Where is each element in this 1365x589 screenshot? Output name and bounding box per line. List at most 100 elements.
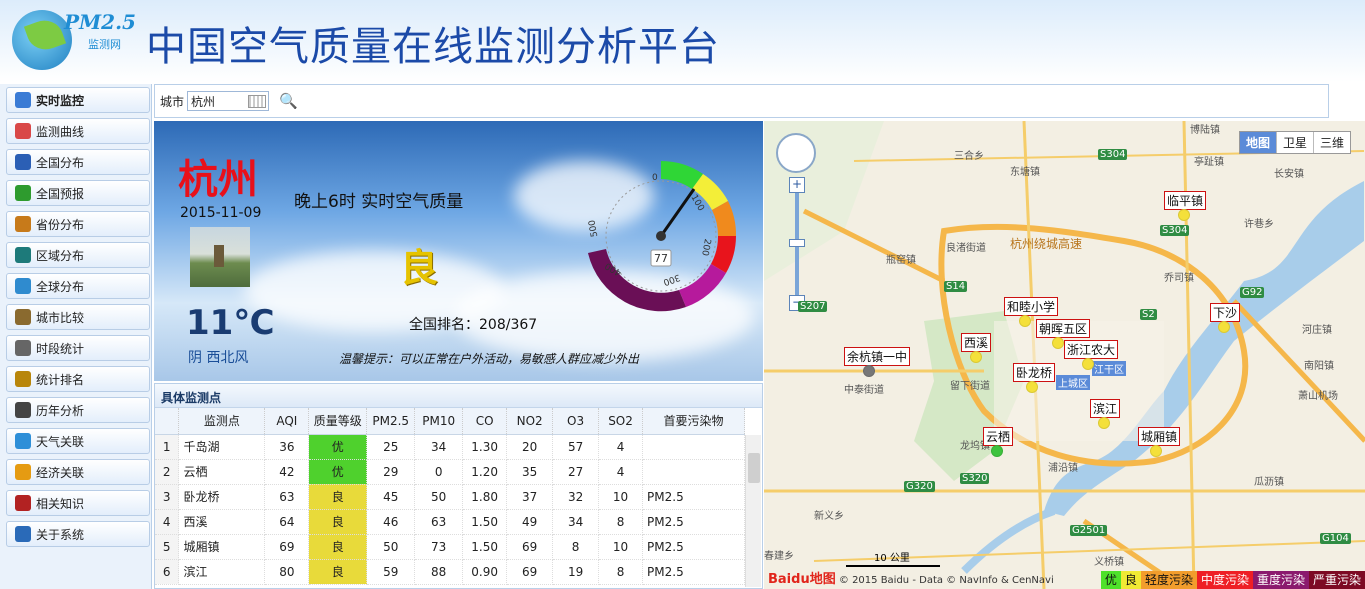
- station-marker[interactable]: [1019, 315, 1031, 327]
- station-label[interactable]: 临平镇: [1164, 191, 1207, 210]
- station-label[interactable]: 朝晖五区: [1036, 319, 1091, 338]
- scrollbar-thumb[interactable]: [748, 453, 760, 483]
- station-map[interactable]: + − 地图 卫星 三维 博陆镇 三合乡 东塘镇 亭趾镇 长安镇 许巷乡 良渚街…: [764, 121, 1365, 589]
- map-place-label: 东塘镇: [1010, 167, 1040, 178]
- table-row[interactable]: 1 千岛湖 36 优 25 34 1.30 20 57 4: [155, 434, 745, 460]
- zoom-track[interactable]: [795, 193, 799, 305]
- station-label[interactable]: 云栖: [983, 427, 1014, 446]
- map-type-map[interactable]: 地图: [1239, 132, 1277, 153]
- table-row[interactable]: 6 滨江 80 良 59 88 0.90 69 19 8 PM2.5: [155, 559, 745, 585]
- column-header[interactable]: SO2: [598, 408, 644, 435]
- zoom-in-button[interactable]: +: [789, 177, 805, 193]
- city-label: 城市: [160, 94, 185, 109]
- sidebar-item-14[interactable]: 相关知识: [6, 490, 150, 516]
- column-header[interactable]: 质量等级: [308, 408, 368, 435]
- station-label[interactable]: 滨江: [1090, 399, 1121, 418]
- sidebar-item-9[interactable]: 时段统计: [6, 335, 150, 361]
- clock-icon: [15, 340, 31, 356]
- region-icon: [15, 247, 31, 263]
- table-cell: 4: [598, 434, 644, 460]
- realtime-monitor-icon: [15, 92, 31, 108]
- sidebar-item-6[interactable]: 区域分布: [6, 242, 150, 268]
- map-pan-control[interactable]: [776, 133, 816, 173]
- station-marker[interactable]: [1218, 321, 1230, 333]
- station-marker[interactable]: [863, 365, 875, 377]
- column-header[interactable]: CO: [462, 408, 508, 435]
- station-marker[interactable]: [991, 445, 1003, 457]
- aqi-gauge: 77 0 100 200 300 400 500: [587, 161, 737, 312]
- zoom-slider[interactable]: [789, 239, 805, 247]
- logo-subtext: 监测网: [88, 38, 121, 51]
- sidebar-item-7[interactable]: 全球分布: [6, 273, 150, 299]
- logo-text: PM2.5: [64, 10, 136, 34]
- column-header[interactable]: AQI: [264, 408, 310, 435]
- sidebar-item-10[interactable]: 统计排名: [6, 366, 150, 392]
- gauge-hub: [656, 231, 666, 241]
- map-zoom-control[interactable]: + −: [789, 177, 805, 321]
- station-label[interactable]: 浙江农大: [1064, 340, 1119, 359]
- sidebar-item-12[interactable]: 天气关联: [6, 428, 150, 454]
- sidebar-item-label: 城市比较: [36, 310, 85, 325]
- table-cell: PM2.5: [642, 484, 745, 510]
- station-label[interactable]: 和睦小学: [1004, 297, 1059, 316]
- sidebar-item-8[interactable]: 城市比较: [6, 304, 150, 330]
- table-row[interactable]: 5 城厢镇 69 良 50 73 1.50 69 8 10 PM2.5: [155, 534, 745, 560]
- table-cell: 千岛湖: [178, 434, 266, 460]
- map-place-label: 南阳镇: [1304, 361, 1334, 372]
- table-cell: 1.80: [462, 484, 508, 510]
- table-row[interactable]: 4 西溪 64 良 46 63 1.50 49 34 8 PM2.5: [155, 509, 745, 535]
- table-cell: 29: [366, 459, 416, 485]
- column-header[interactable]: PM10: [414, 408, 464, 435]
- column-header[interactable]: NO2: [506, 408, 554, 435]
- station-label[interactable]: 卧龙桥: [1013, 363, 1056, 382]
- station-label[interactable]: 西溪: [961, 333, 992, 352]
- column-header[interactable]: O3: [552, 408, 600, 435]
- table-cell: 6: [155, 559, 180, 585]
- city-input[interactable]: 杭州: [187, 91, 270, 111]
- station-label[interactable]: 余杭镇一中: [844, 347, 911, 366]
- sidebar-item-label: 历年分析: [36, 403, 85, 418]
- table-row[interactable]: 3 卧龙桥 63 良 45 50 1.80 37 32 10 PM2.5: [155, 484, 745, 510]
- table-cell: 0.90: [462, 559, 508, 585]
- baidu-map-logo[interactable]: Baidu地图: [768, 572, 836, 587]
- station-marker[interactable]: [1178, 209, 1190, 221]
- city-name: 杭州: [178, 157, 258, 203]
- table-cell: 1.20: [462, 459, 508, 485]
- station-label[interactable]: 城厢镇: [1138, 427, 1181, 446]
- city-picker-icon[interactable]: [248, 95, 267, 108]
- table-cell: 27: [552, 459, 600, 485]
- station-marker[interactable]: [1052, 337, 1064, 349]
- sidebar-item-13[interactable]: 经济关联: [6, 459, 150, 485]
- station-label[interactable]: 下沙: [1210, 303, 1241, 322]
- column-header[interactable]: PM2.5: [366, 408, 416, 435]
- table-scrollbar[interactable]: [745, 435, 761, 587]
- sidebar-item-1[interactable]: 实时监控: [6, 87, 150, 113]
- globe-icon: [15, 278, 31, 294]
- table-row[interactable]: 2 云栖 42 优 29 0 1.20 35 27 4: [155, 459, 745, 485]
- table-cell: 4: [598, 459, 644, 485]
- sidebar-item-2[interactable]: 监测曲线: [6, 118, 150, 144]
- road-label: S207: [798, 301, 828, 312]
- gauge-tick-0: 0: [652, 173, 658, 183]
- table-cell: 良: [308, 534, 368, 560]
- station-marker[interactable]: [1098, 417, 1110, 429]
- column-header[interactable]: 监测点: [178, 408, 266, 435]
- sidebar-item-4[interactable]: 全国预报: [6, 180, 150, 206]
- table-cell: 37: [506, 484, 554, 510]
- sidebar-item-11[interactable]: 历年分析: [6, 397, 150, 423]
- table-title: 具体监测点: [155, 384, 762, 408]
- table-cell: 32: [552, 484, 600, 510]
- station-marker[interactable]: [1026, 381, 1038, 393]
- station-marker[interactable]: [1082, 358, 1094, 370]
- search-icon[interactable]: 🔍: [279, 92, 298, 110]
- column-header[interactable]: 首要污染物: [642, 408, 745, 435]
- sidebar-item-15[interactable]: 关于系统: [6, 521, 150, 547]
- map-type-satellite[interactable]: 卫星: [1277, 132, 1314, 153]
- sidebar-nav: 实时监控监测曲线全国分布全国预报省份分布区域分布全球分布城市比较时段统计统计排名…: [0, 84, 152, 589]
- sidebar-item-5[interactable]: 省份分布: [6, 211, 150, 237]
- map-type-3d[interactable]: 三维: [1314, 132, 1350, 153]
- station-marker[interactable]: [970, 351, 982, 363]
- station-marker[interactable]: [1150, 445, 1162, 457]
- column-header[interactable]: [155, 408, 180, 435]
- sidebar-item-3[interactable]: 全国分布: [6, 149, 150, 175]
